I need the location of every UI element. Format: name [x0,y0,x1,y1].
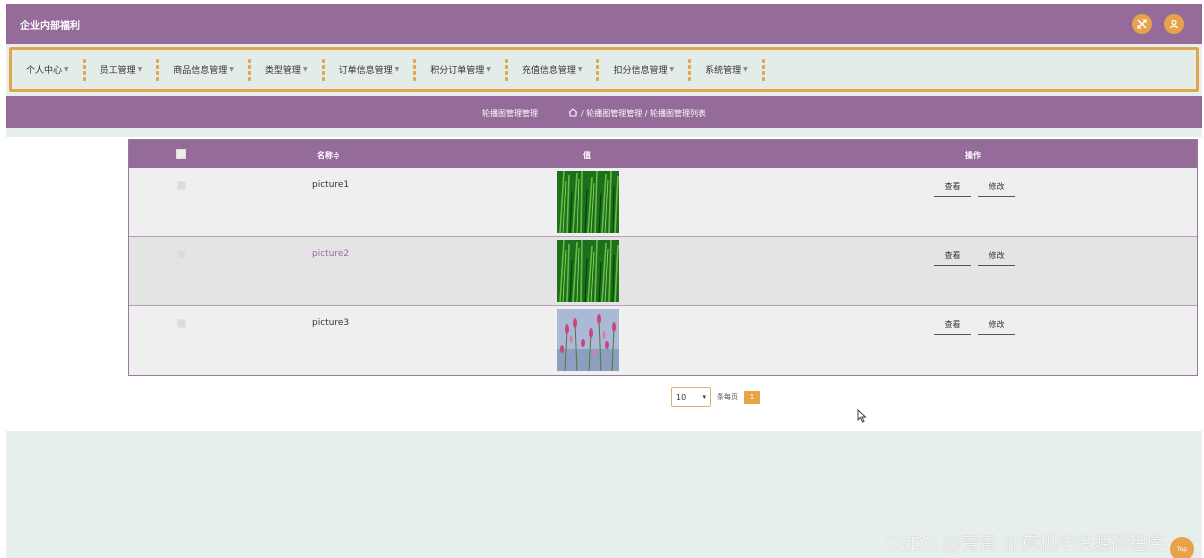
home-icon[interactable] [568,108,578,119]
nav-item-recharge[interactable]: 充值信息管理 ▼ [522,63,583,76]
edit-button[interactable]: 修改 [978,317,1015,335]
nav-separator [247,58,251,81]
view-button[interactable]: 查看 [934,248,971,266]
flowers-image [557,309,619,371]
page-size-value: 10 [676,392,687,402]
chevron-down-icon: ▼ [486,66,491,73]
column-header-name[interactable]: 名称≑ [317,150,340,161]
nav-item-personal-center[interactable]: 个人中心 ▼ [26,63,69,76]
view-button[interactable]: 查看 [934,317,971,335]
table-row: picture2 查看 修改 [129,237,1197,306]
breadcrumb-path[interactable]: / 轮播图管理管理 / 轮播图管理列表 [581,108,706,119]
grass-image [557,171,619,233]
mouse-pointer-icon [857,408,867,427]
nav-item-types[interactable]: 类型管理 ▼ [265,63,308,76]
per-page-label: 条每页 [717,393,738,401]
app-title: 企业内部福利 [20,21,80,32]
breadcrumb: / 轮播图管理管理 / 轮播图管理列表 [568,108,706,119]
nav-separator [596,58,600,81]
content-panel: 名称≑ 值 操作 picture1 查看 修改 picture2 查看 修改 p… [6,137,1202,431]
edit-button[interactable]: 修改 [978,179,1015,197]
chevron-down-icon: ▼ [577,66,583,73]
nav-separator [156,58,160,81]
grass-image [557,240,619,302]
watermark-text: CSDN @青青 计算机毕设源码程序 [886,534,1165,555]
nav-item-deduction[interactable]: 扣分信息管理 ▼ [613,63,674,76]
chevron-down-icon: ▼ [302,66,308,73]
row-name: picture3 [312,318,350,328]
nav-separator [761,58,765,81]
edit-button[interactable]: 修改 [978,248,1015,266]
table-header: 名称≑ 值 操作 [129,140,1197,168]
nav-item-products[interactable]: 商品信息管理 ▼ [173,63,234,76]
row-name: picture2 [312,249,350,259]
chevron-down-icon: ▼ [743,66,748,73]
nav-item-orders[interactable]: 订单信息管理 ▼ [339,63,400,76]
chevron-down-icon: ▼ [394,66,400,73]
row-name: picture1 [312,180,350,190]
column-header-actions: 操作 [965,151,981,160]
main-nav: 个人中心 ▼ 员工管理 ▼ 商品信息管理 ▼ 类型管理 ▼ 订单信息管理 ▼ 积分订单管理… [9,47,1199,92]
user-icon[interactable] [1164,14,1184,34]
nav-item-staff[interactable]: 员工管理 ▼ [100,63,143,76]
select-all-checkbox[interactable] [176,149,186,159]
nav-item-points-orders[interactable]: 积分订单管理 ▼ [430,63,491,76]
chevron-down-icon: ▼ [137,66,143,73]
row-checkbox[interactable] [177,181,186,190]
row-checkbox[interactable] [177,250,186,259]
nav-separator [321,58,325,81]
chevron-down-icon: ▾ [702,393,706,401]
nav-separator [688,58,692,81]
nav-separator [82,58,86,81]
chevron-down-icon: ▼ [669,66,675,73]
nav-item-system[interactable]: 系统管理 ▼ [705,63,748,76]
nav-separator [413,58,417,81]
chevron-down-icon: ▼ [229,66,234,73]
chevron-down-icon: ▼ [64,66,69,73]
page-title: 轮播图管理管理 [482,109,538,118]
view-button[interactable]: 查看 [934,179,971,197]
row-checkbox[interactable] [177,319,186,328]
pagination: 10 ▾ 条每页 1 [671,387,760,407]
column-header-value: 值 [583,151,591,160]
shuffle-icon[interactable] [1132,14,1152,34]
table-row: picture1 查看 修改 [129,168,1197,237]
table-row: picture3 查看 修改 [129,306,1197,375]
carousel-table: 名称≑ 值 操作 picture1 查看 修改 picture2 查看 修改 p… [128,139,1198,376]
app-frame: 企业内部福利 个人中心 ▼ 员工管理 ▼ 商品信息管理 ▼ 类型管理 ▼ 订单信息管理 ▼… [6,4,1202,558]
page-number-current[interactable]: 1 [744,390,760,404]
page-size-select[interactable]: 10 ▾ [671,387,711,407]
nav-separator [504,58,508,81]
back-to-top-button[interactable]: Top [1170,537,1194,558]
breadcrumb-bar: 轮播图管理管理 / 轮播图管理管理 / 轮播图管理列表 [6,96,1202,128]
top-bar: 企业内部福利 [6,4,1202,44]
